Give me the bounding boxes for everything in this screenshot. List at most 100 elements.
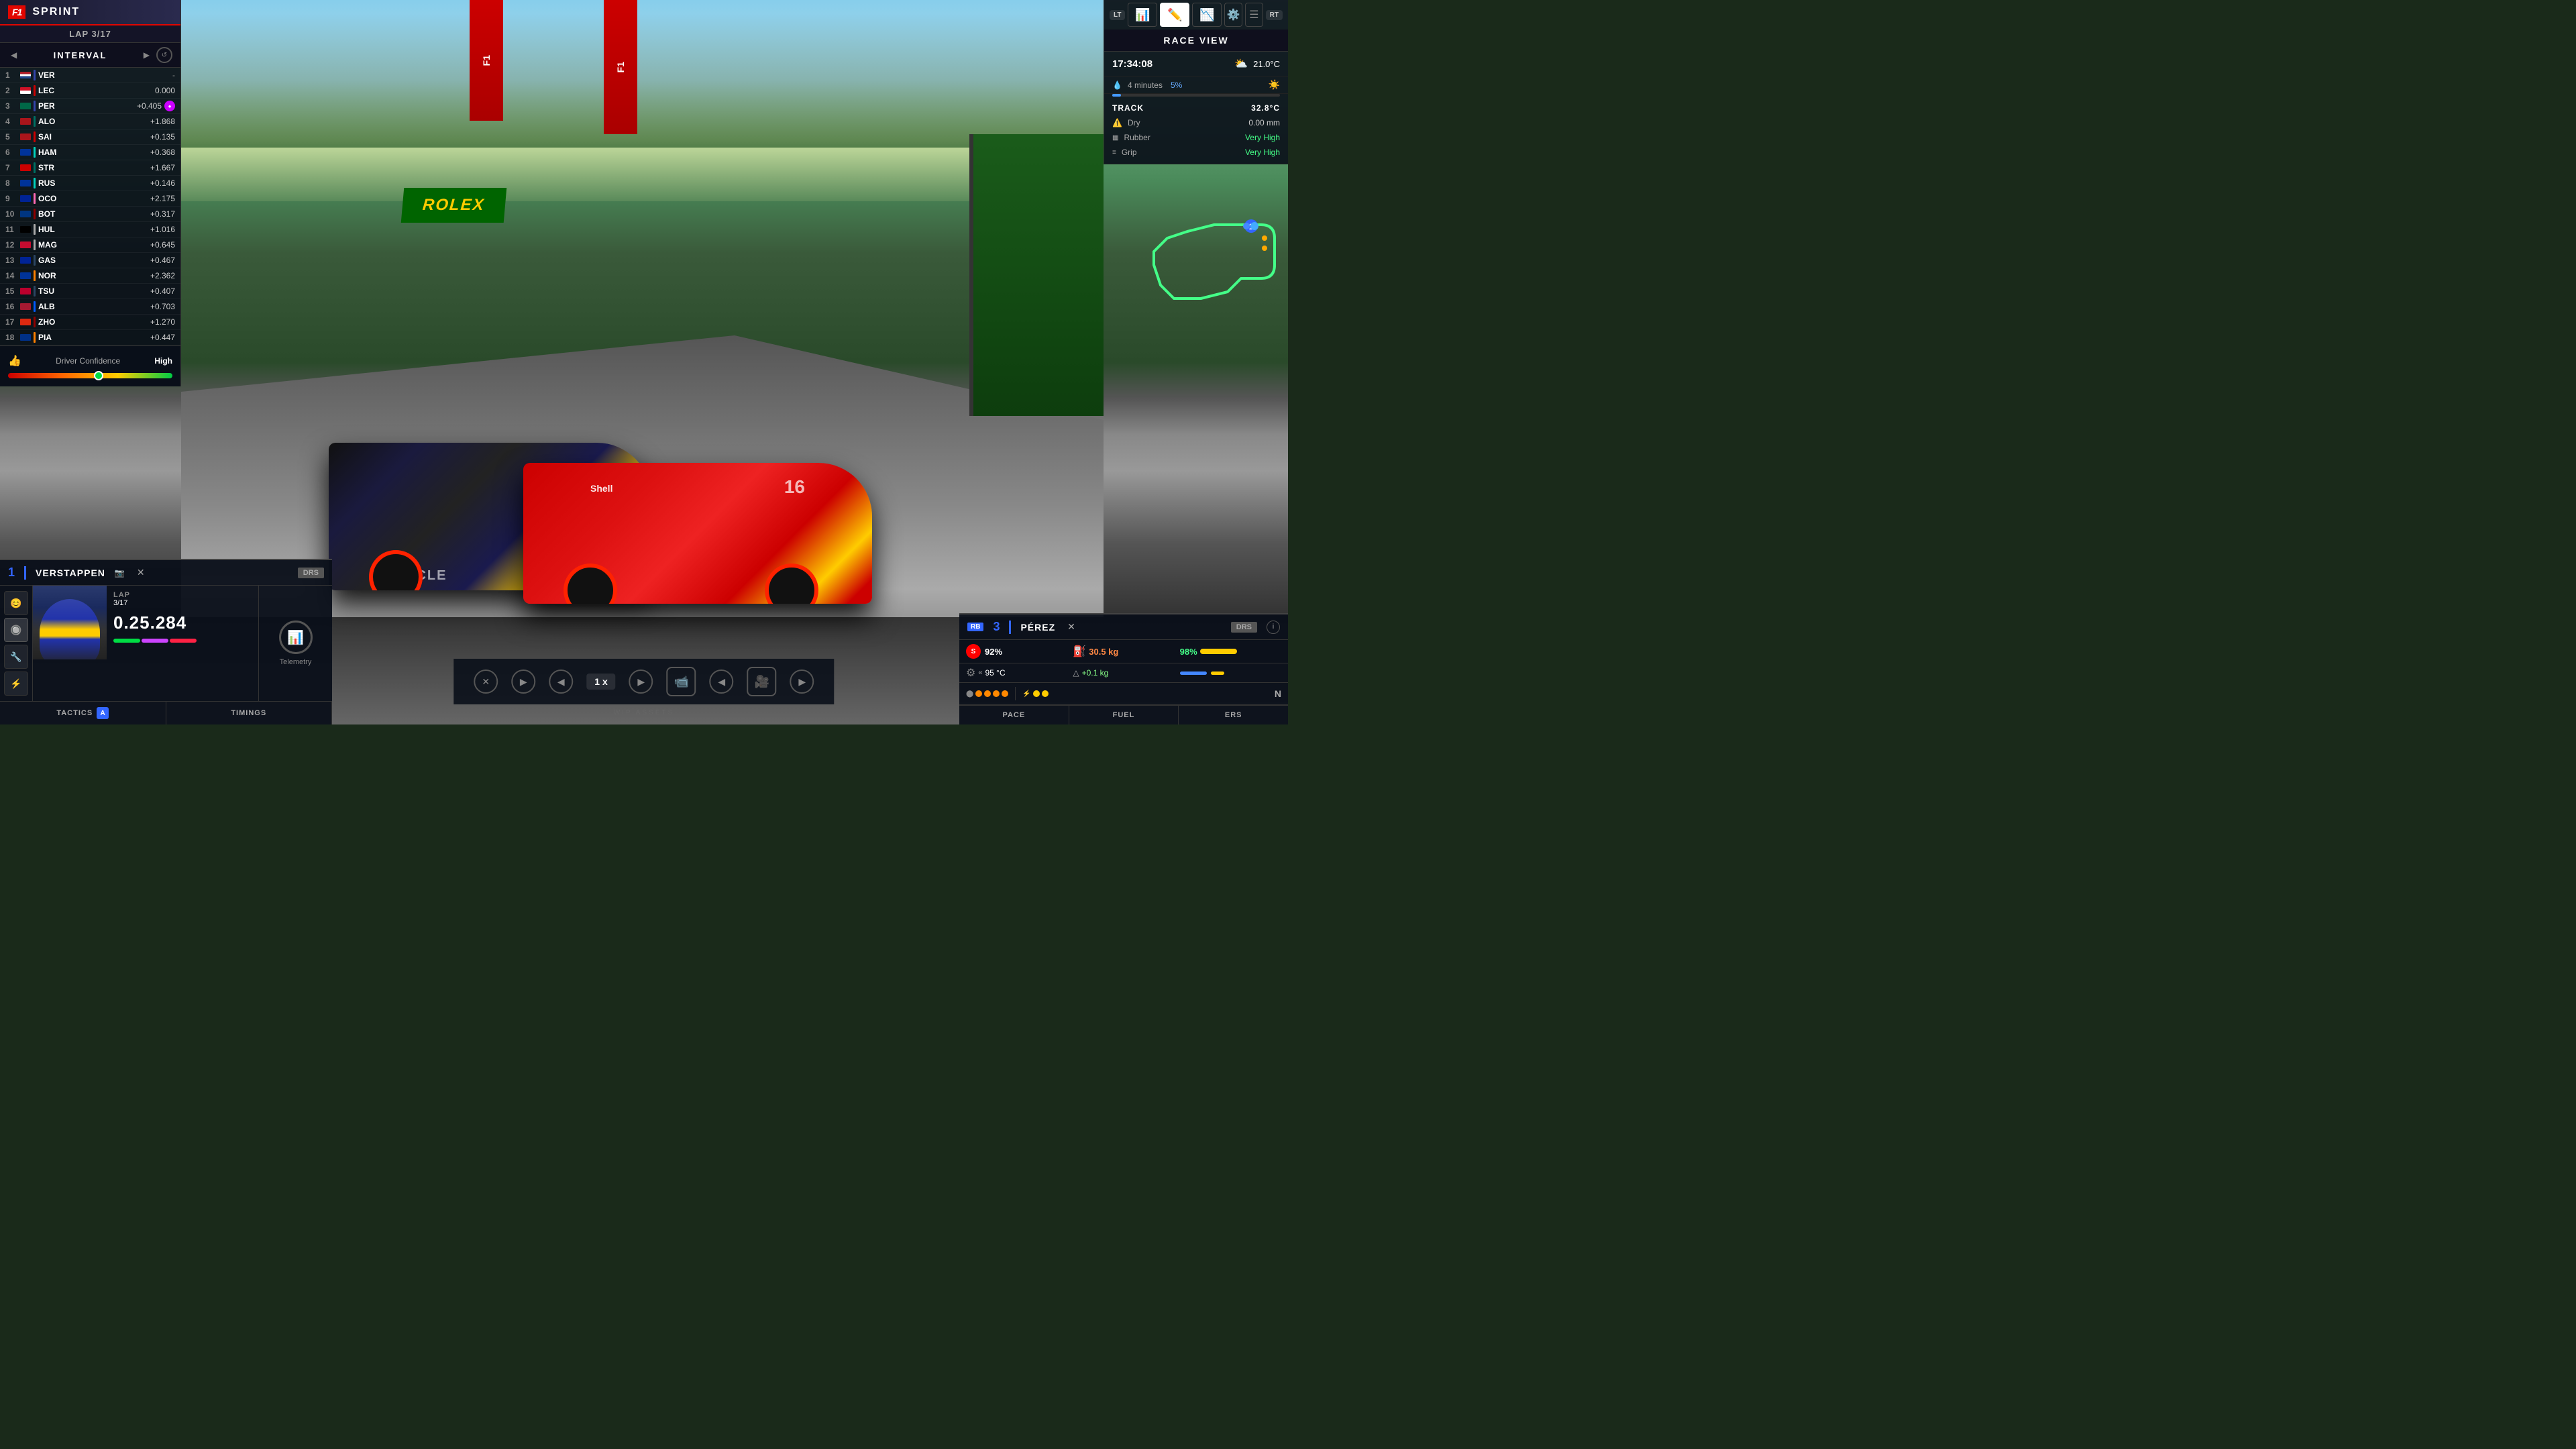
rain-bar-fill bbox=[1112, 94, 1121, 97]
interval-next-btn[interactable]: ▶ bbox=[141, 49, 152, 61]
gap-bot: +0.317 bbox=[150, 209, 175, 219]
perez-stats-row1: S 92% ⛽ 30.5 kg 98% bbox=[959, 640, 1288, 663]
settings-btn[interactable]: ⚙️ bbox=[1224, 3, 1242, 27]
perez-team-bar bbox=[1009, 621, 1011, 634]
camera-view-btn[interactable]: 📹 bbox=[667, 667, 696, 696]
driver-row[interactable]: 4 ALO +1.868 bbox=[0, 114, 180, 129]
bars-view-wrap: 📉 bbox=[1192, 3, 1222, 27]
track-section: TRACK 32.8°C ⚠️ Dry 0.00 mm ▦ Rubber Ver… bbox=[1104, 99, 1288, 164]
dot-3 bbox=[993, 690, 1000, 697]
cam-next-btn[interactable]: ▶ bbox=[790, 669, 814, 694]
pos-2: 2 bbox=[5, 86, 20, 95]
tire-wear-dots: ⬤ bbox=[966, 690, 1008, 698]
gap-hul: +1.016 bbox=[150, 225, 175, 234]
bars-view-btn[interactable]: 📉 bbox=[1192, 3, 1222, 27]
dots-separator bbox=[1015, 687, 1016, 700]
gap-per: +0.405 bbox=[137, 101, 162, 111]
cam-prev-btn[interactable]: ◀ bbox=[710, 669, 734, 694]
gap-rus: +0.146 bbox=[150, 178, 175, 188]
flag-bot bbox=[20, 211, 31, 217]
left-panel: F1 SPRINT LAP 3/17 ◀ INTERVAL ▶ ↺ 1 VER … bbox=[0, 0, 181, 386]
close-btn[interactable]: ✕ bbox=[137, 567, 145, 578]
info-btn[interactable]: i bbox=[1267, 621, 1280, 634]
environment-bg bbox=[181, 13, 1104, 148]
driver-row[interactable]: 15 TSU +0.407 bbox=[0, 284, 180, 299]
tactics-label: TACTICS bbox=[56, 709, 93, 717]
tire-icon-btn[interactable]: 🔘 bbox=[4, 618, 28, 642]
code-mag: MAG bbox=[38, 240, 65, 250]
ers-icon: ⚡ bbox=[1022, 690, 1030, 698]
driver-row[interactable]: 10 BOT +0.317 bbox=[0, 207, 180, 222]
driver-row[interactable]: 7 STR +1.667 bbox=[0, 160, 180, 176]
lap-label: LAP bbox=[113, 591, 130, 599]
pencil-view-btn[interactable]: ✏️ bbox=[1160, 3, 1189, 27]
rain-bar-bg bbox=[1112, 94, 1280, 97]
pos-6: 6 bbox=[5, 148, 20, 157]
next-speed-btn[interactable]: ▶ bbox=[629, 669, 653, 694]
flag-alb bbox=[20, 303, 31, 310]
dry-value: 0.00 mm bbox=[1248, 118, 1280, 127]
perez-tire-stat: S 92% bbox=[966, 644, 1067, 659]
pace-tab[interactable]: PACE bbox=[959, 706, 1069, 724]
perez-dots-row: ⬤ ⚡ N bbox=[959, 683, 1288, 705]
team-bar-gas bbox=[34, 255, 36, 266]
perez-footer: PACE FUEL ERS bbox=[959, 705, 1288, 724]
confidence-value: High bbox=[154, 356, 172, 366]
driver-row[interactable]: 14 NOR +2.362 bbox=[0, 268, 180, 284]
engine-icon: ⚙ bbox=[966, 666, 975, 680]
chart-view-btn[interactable]: 📊 bbox=[1128, 3, 1157, 27]
driver-row[interactable]: 8 RUS +0.146 bbox=[0, 176, 180, 191]
driver-row[interactable]: 1 VER - bbox=[0, 68, 180, 83]
driver-row[interactable]: 12 MAG +0.645 bbox=[0, 237, 180, 253]
driver-row[interactable]: 18 PIA +0.447 bbox=[0, 330, 180, 345]
rubber-icon: ▦ bbox=[1112, 134, 1118, 142]
prev-speed-btn[interactable]: ◀ bbox=[549, 669, 573, 694]
dot-2 bbox=[984, 690, 991, 697]
replay-btn[interactable]: ↺ bbox=[156, 47, 172, 63]
car-pos-dot-4 bbox=[1262, 235, 1267, 241]
perez-close-btn[interactable]: ✕ bbox=[1067, 621, 1075, 633]
car-leclerc: Shell 16 bbox=[523, 463, 872, 604]
x-button[interactable]: ✕ bbox=[474, 669, 498, 694]
gap-alo: +1.868 bbox=[150, 117, 175, 126]
driver-row[interactable]: 2 LEC 0.000 bbox=[0, 83, 180, 99]
driver-row[interactable]: 17 ZHO +1.270 bbox=[0, 315, 180, 330]
cam-change-btn[interactable]: 🎥 bbox=[747, 667, 777, 696]
extra-btn[interactable]: ☰ bbox=[1245, 3, 1263, 27]
confidence-section: 👍 Driver Confidence High bbox=[0, 345, 180, 386]
fuel-percent: 98% bbox=[1180, 647, 1197, 657]
rt-trigger[interactable]: RT bbox=[1266, 10, 1283, 20]
tactics-tab[interactable]: TACTICS A bbox=[0, 702, 166, 724]
face-icon-btn[interactable]: 😊 bbox=[4, 591, 28, 615]
play-button[interactable]: ▶ bbox=[511, 669, 535, 694]
camera-icon: 📷 bbox=[115, 568, 125, 578]
code-tsu: TSU bbox=[38, 286, 65, 296]
tire-bar-3 bbox=[170, 639, 197, 643]
driver-row[interactable]: 9 OCO +2.175 bbox=[0, 191, 180, 207]
interval-prev-btn[interactable]: ◀ bbox=[8, 49, 19, 61]
ers-tab[interactable]: ERS bbox=[1179, 706, 1288, 724]
grip-icon: ≡ bbox=[1112, 149, 1116, 156]
verstappen-card-header: 1 VERSTAPPEN 📷 ✕ DRS bbox=[0, 560, 332, 586]
driver-row[interactable]: 5 SAI +0.135 bbox=[0, 129, 180, 145]
team-bar-ver bbox=[34, 70, 36, 80]
pos-11: 11 bbox=[5, 225, 20, 234]
lt-trigger[interactable]: LT bbox=[1110, 10, 1125, 20]
strategy-icon-btn[interactable]: ⚡ bbox=[4, 672, 28, 696]
driver-row[interactable]: 13 GAS +0.467 bbox=[0, 253, 180, 268]
driver-row[interactable]: 11 HUL +1.016 bbox=[0, 222, 180, 237]
gap-gas: +0.467 bbox=[150, 256, 175, 265]
wrench-icon-btn[interactable]: 🔧 bbox=[4, 645, 28, 669]
n-indicator: N bbox=[1275, 688, 1281, 699]
driver-row[interactable]: 3 PER +0.405 ● bbox=[0, 99, 180, 114]
delta-triangle: △ bbox=[1073, 668, 1079, 678]
car-pos-dot-2 bbox=[1250, 222, 1258, 230]
grip-row: ≡ Grip Very High bbox=[1112, 145, 1280, 160]
confidence-label: Driver Confidence bbox=[56, 356, 120, 366]
driver-row[interactable]: 6 HAM +0.368 bbox=[0, 145, 180, 160]
ers-dot-1 bbox=[1033, 690, 1040, 697]
right-panel: LT 📊 ✏️ 📉 ⚙️ ☰ RT RACE VIEW 17:34:08 ⛅ 2… bbox=[1104, 0, 1288, 164]
timings-tab[interactable]: TIMINGS bbox=[166, 702, 333, 724]
driver-row[interactable]: 16 ALB +0.703 bbox=[0, 299, 180, 315]
fuel-tab[interactable]: FUEL bbox=[1069, 706, 1179, 724]
